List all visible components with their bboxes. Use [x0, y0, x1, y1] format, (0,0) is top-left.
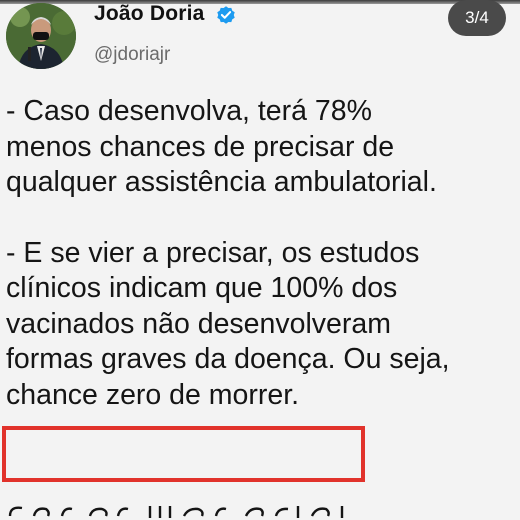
avatar-photo	[6, 3, 76, 69]
screen-top-edge	[0, 0, 520, 4]
author-handle[interactable]: @jdoriajr	[94, 44, 170, 66]
red-highlight-box	[2, 426, 365, 482]
tweet-line: menos chances de precisar de	[6, 130, 395, 163]
verified-badge-icon	[217, 6, 235, 24]
cut-off-next-line	[6, 506, 518, 520]
tweet-line: clínicos indicam que 100% dos	[6, 272, 398, 304]
tweet-line: - Caso desenvolva, terá 78%	[6, 95, 372, 127]
tweet-line-highlighted: chance zero de morrer.	[6, 378, 300, 411]
author-name[interactable]: João Doria	[94, 2, 205, 26]
cut-off-text-glyphs	[8, 506, 344, 518]
tweet-line: - E se vier a precisar, os estudos	[6, 236, 420, 269]
tweet-line: formas graves da doença. Ou seja,	[6, 343, 450, 375]
author-avatar[interactable]	[6, 3, 76, 69]
tweet-line: qualquer assistência ambulatorial.	[6, 166, 437, 198]
page-counter-badge: 3/4	[448, 0, 506, 36]
tweet-text: - Caso desenvolva, terá 78% menos chance…	[6, 94, 518, 413]
tweet-line: vacinados não desenvolveram	[6, 307, 391, 340]
